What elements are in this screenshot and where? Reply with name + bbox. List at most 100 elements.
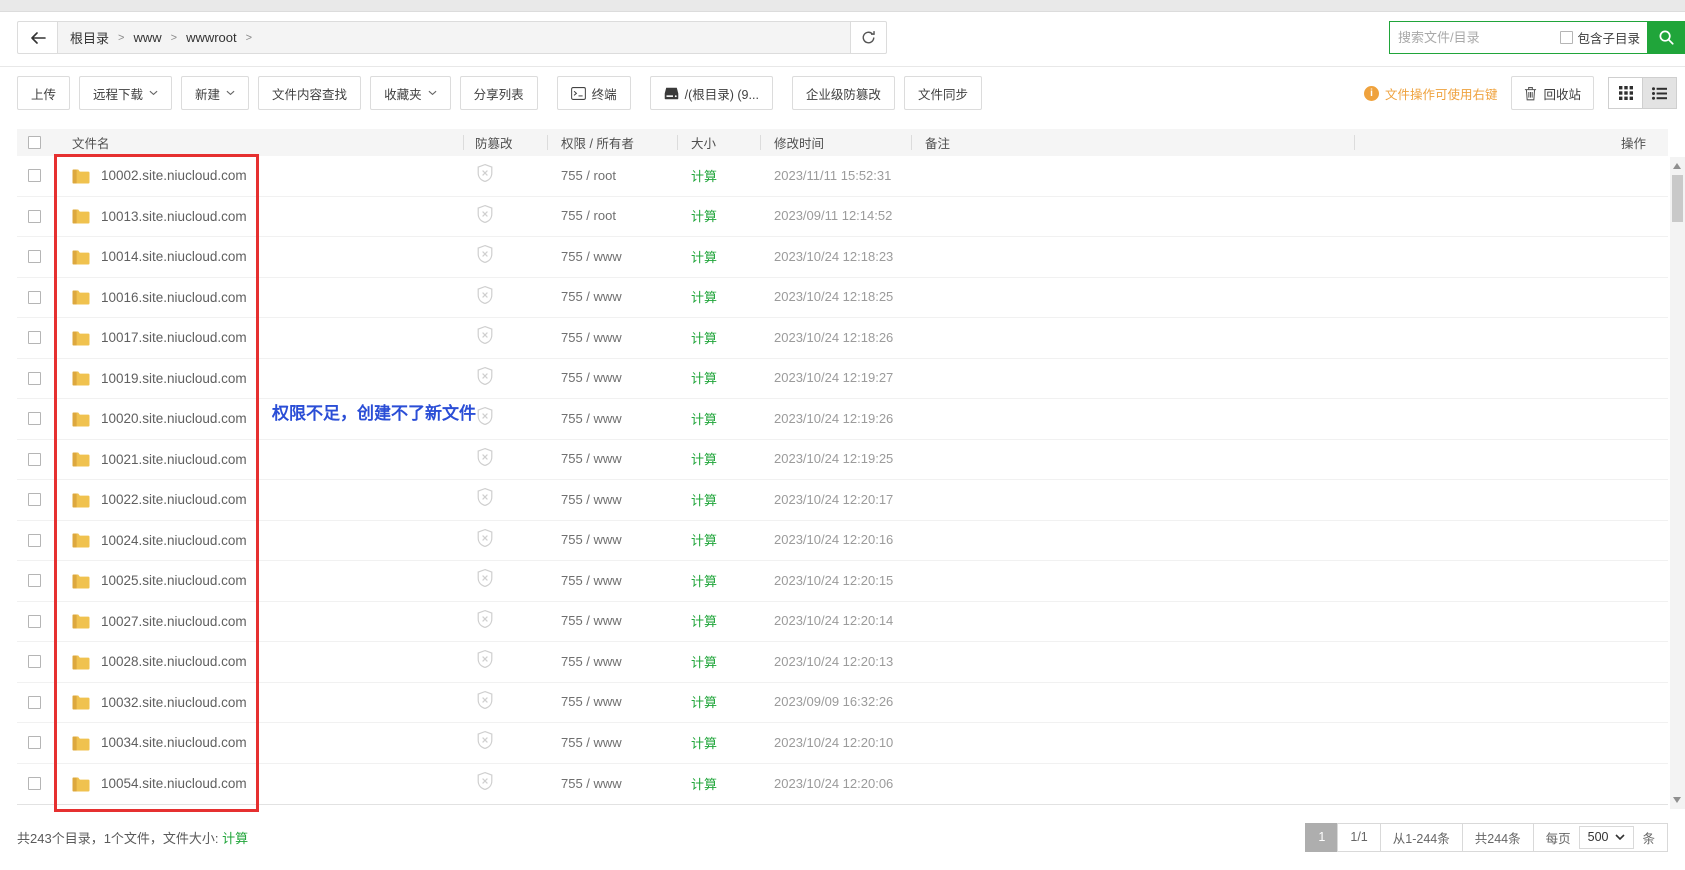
file-name[interactable]: 10002.site.niucloud.com bbox=[101, 168, 247, 183]
disk-selector-button[interactable]: /(根目录) (9... bbox=[650, 76, 773, 110]
row-checkbox[interactable] bbox=[28, 372, 41, 385]
row-checkbox-cell bbox=[17, 372, 72, 385]
file-name[interactable]: 10054.site.niucloud.com bbox=[101, 776, 247, 791]
row-checkbox[interactable] bbox=[28, 169, 41, 182]
row-checkbox[interactable] bbox=[28, 210, 41, 223]
include-subdir-checkbox[interactable] bbox=[1560, 31, 1573, 44]
upload-button[interactable]: 上传 bbox=[17, 76, 70, 110]
vertical-scrollbar[interactable] bbox=[1670, 157, 1685, 809]
calc-size-link[interactable]: 计算 bbox=[691, 777, 717, 792]
calc-size-link[interactable]: 计算 bbox=[691, 614, 717, 629]
calc-size-link[interactable]: 计算 bbox=[691, 493, 717, 508]
recycle-bin-button[interactable]: 回收站 bbox=[1511, 76, 1594, 110]
calc-size-link[interactable]: 计算 bbox=[691, 331, 717, 346]
row-checkbox-cell bbox=[17, 453, 72, 466]
tamper-proof-cell bbox=[463, 730, 547, 755]
breadcrumb-item[interactable]: 根目录 bbox=[70, 28, 109, 47]
refresh-button[interactable] bbox=[850, 21, 887, 54]
search-input[interactable] bbox=[1392, 30, 1560, 45]
file-name[interactable]: 10019.site.niucloud.com bbox=[101, 371, 247, 386]
share-list-button[interactable]: 分享列表 bbox=[460, 76, 538, 110]
file-name[interactable]: 10022.site.niucloud.com bbox=[101, 492, 247, 507]
scrollbar-up-arrow-icon[interactable] bbox=[1673, 163, 1681, 169]
file-content-search-button[interactable]: 文件内容查找 bbox=[258, 76, 361, 110]
file-name[interactable]: 10025.site.niucloud.com bbox=[101, 573, 247, 588]
back-button[interactable] bbox=[17, 21, 58, 54]
footer-calc-size-link[interactable]: 计算 bbox=[222, 831, 248, 846]
page-number-current[interactable]: 1 bbox=[1305, 823, 1338, 852]
calc-size-link[interactable]: 计算 bbox=[691, 736, 717, 751]
calc-size-link[interactable]: 计算 bbox=[691, 290, 717, 305]
include-subdir-label: 包含子目录 bbox=[1577, 28, 1640, 47]
file-name-cell: 10013.site.niucloud.com bbox=[72, 208, 463, 224]
calc-size-link[interactable]: 计算 bbox=[691, 412, 717, 427]
calc-size-link[interactable]: 计算 bbox=[691, 371, 717, 386]
file-name[interactable]: 10027.site.niucloud.com bbox=[101, 614, 247, 629]
file-sync-button[interactable]: 文件同步 bbox=[904, 76, 982, 110]
file-name[interactable]: 10017.site.niucloud.com bbox=[101, 330, 247, 345]
header-permission-owner[interactable]: 权限 / 所有者 bbox=[547, 129, 677, 156]
row-checkbox[interactable] bbox=[28, 493, 41, 506]
modified-time: 2023/10/24 12:20:06 bbox=[774, 776, 893, 791]
remote-download-button[interactable]: 远程下载 bbox=[79, 76, 172, 110]
row-checkbox[interactable] bbox=[28, 291, 41, 304]
breadcrumb-item[interactable]: www bbox=[133, 30, 161, 45]
scrollbar-down-arrow-icon[interactable] bbox=[1673, 797, 1681, 803]
file-name[interactable]: 10013.site.niucloud.com bbox=[101, 209, 247, 224]
file-name[interactable]: 10034.site.niucloud.com bbox=[101, 735, 247, 750]
enterprise-tamper-proof-button[interactable]: 企业级防篡改 bbox=[792, 76, 895, 110]
calc-size-link[interactable]: 计算 bbox=[691, 655, 717, 670]
calc-size-link[interactable]: 计算 bbox=[691, 452, 717, 467]
folder-icon bbox=[72, 370, 90, 386]
per-page-select[interactable]: 500 bbox=[1579, 826, 1635, 849]
calc-size-link[interactable]: 计算 bbox=[691, 533, 717, 548]
table-row: 10019.site.niucloud.com 755 / www 计算 202… bbox=[17, 359, 1668, 400]
calc-size-link[interactable]: 计算 bbox=[691, 209, 717, 224]
disk-selector-button-label: /(根目录) (9... bbox=[685, 84, 759, 103]
breadcrumb: 根目录>www>wwwroot> bbox=[57, 21, 851, 54]
row-checkbox[interactable] bbox=[28, 453, 41, 466]
breadcrumb-item[interactable]: wwwroot bbox=[186, 30, 237, 45]
header-note[interactable]: 备注 bbox=[911, 129, 1354, 156]
row-checkbox[interactable] bbox=[28, 412, 41, 425]
file-name[interactable]: 10024.site.niucloud.com bbox=[101, 533, 247, 548]
list-view-button[interactable] bbox=[1642, 77, 1677, 109]
row-checkbox[interactable] bbox=[28, 534, 41, 547]
include-subdir-option[interactable]: 包含子目录 bbox=[1560, 28, 1647, 47]
header-size[interactable]: 大小 bbox=[677, 129, 760, 156]
row-checkbox[interactable] bbox=[28, 331, 41, 344]
permission-cell: 755 / www bbox=[547, 410, 677, 428]
row-checkbox[interactable] bbox=[28, 574, 41, 587]
header-tamper-proof[interactable]: 防篡改 bbox=[463, 129, 547, 156]
select-all-checkbox[interactable] bbox=[28, 136, 41, 149]
row-checkbox[interactable] bbox=[28, 777, 41, 790]
row-checkbox[interactable] bbox=[28, 655, 41, 668]
terminal-button[interactable]: 终端 bbox=[557, 76, 631, 110]
file-name[interactable]: 10020.site.niucloud.com bbox=[101, 411, 247, 426]
file-name[interactable]: 10016.site.niucloud.com bbox=[101, 290, 247, 305]
calc-size-link[interactable]: 计算 bbox=[691, 169, 717, 184]
scrollbar-thumb[interactable] bbox=[1672, 175, 1683, 222]
favorites-button[interactable]: 收藏夹 bbox=[370, 76, 451, 110]
row-checkbox[interactable] bbox=[28, 696, 41, 709]
file-name[interactable]: 10021.site.niucloud.com bbox=[101, 452, 247, 467]
tamper-proof-cell bbox=[463, 690, 547, 715]
table-row: 10021.site.niucloud.com 755 / www 计算 202… bbox=[17, 440, 1668, 481]
grid-view-button[interactable] bbox=[1608, 77, 1643, 109]
row-checkbox[interactable] bbox=[28, 736, 41, 749]
calc-size-link[interactable]: 计算 bbox=[691, 574, 717, 589]
new-button[interactable]: 新建 bbox=[181, 76, 249, 110]
file-name[interactable]: 10014.site.niucloud.com bbox=[101, 249, 247, 264]
header-modified-time[interactable]: 修改时间 bbox=[760, 129, 911, 156]
file-name[interactable]: 10028.site.niucloud.com bbox=[101, 654, 247, 669]
file-name[interactable]: 10032.site.niucloud.com bbox=[101, 695, 247, 710]
enterprise-tamper-proof-button-label: 企业级防篡改 bbox=[806, 84, 881, 103]
calc-size-link[interactable]: 计算 bbox=[691, 695, 717, 710]
row-checkbox[interactable] bbox=[28, 250, 41, 263]
search-button[interactable] bbox=[1648, 21, 1685, 54]
folder-icon bbox=[72, 451, 90, 467]
favorites-button-label: 收藏夹 bbox=[384, 84, 422, 103]
header-filename[interactable]: 文件名 bbox=[72, 129, 463, 156]
calc-size-link[interactable]: 计算 bbox=[691, 250, 717, 265]
row-checkbox[interactable] bbox=[28, 615, 41, 628]
